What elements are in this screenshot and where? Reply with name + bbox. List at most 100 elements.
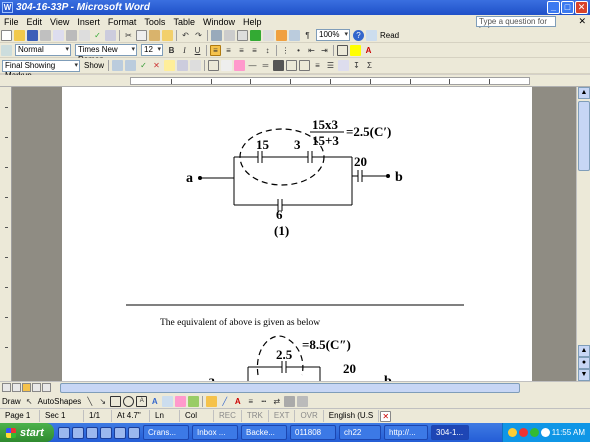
spelling-icon[interactable]: ✓ — [92, 30, 103, 41]
quick-launch-icon[interactable] — [86, 426, 98, 439]
track-changes-icon[interactable] — [177, 60, 189, 71]
show-menu-button[interactable]: Show — [82, 61, 106, 70]
insert-excel-icon[interactable] — [250, 29, 261, 41]
autosum-icon[interactable]: Σ — [364, 60, 375, 71]
diagram-icon[interactable] — [162, 395, 174, 407]
style-select[interactable]: Normal — [15, 44, 71, 56]
line-color-icon[interactable]: ╱ — [219, 396, 230, 407]
undo-icon[interactable]: ↶ — [180, 30, 191, 41]
dash-style-icon[interactable]: ┅ — [258, 396, 269, 407]
tables-borders-icon[interactable] — [224, 29, 235, 41]
align-left-icon[interactable]: ≡ — [210, 44, 221, 56]
reading-view-icon[interactable] — [42, 383, 51, 392]
line-weight-icon[interactable]: ═ — [260, 60, 271, 71]
increase-indent-icon[interactable]: ⇥ — [319, 45, 330, 56]
status-rec[interactable]: REC — [214, 410, 242, 422]
print-layout-icon[interactable] — [22, 383, 31, 392]
quick-launch-icon[interactable] — [114, 426, 126, 439]
tray-icon[interactable] — [507, 428, 517, 437]
next-change-icon[interactable] — [125, 60, 137, 71]
new-document-icon[interactable] — [1, 29, 12, 41]
quick-launch-icon[interactable] — [58, 426, 70, 439]
tray-icon[interactable] — [529, 428, 539, 437]
read-button[interactable]: Read — [378, 31, 401, 40]
menu-insert[interactable]: Insert — [73, 17, 104, 27]
document-close-icon[interactable]: ✕ — [578, 16, 586, 27]
permission-icon[interactable] — [40, 29, 51, 41]
shadow-icon[interactable] — [284, 395, 296, 407]
zoom-select[interactable]: 100% — [316, 29, 350, 41]
highlight-icon[interactable] — [350, 44, 361, 56]
menu-format[interactable]: Format — [104, 17, 141, 27]
underline-button[interactable]: U — [192, 45, 203, 56]
status-ovr[interactable]: OVR — [295, 410, 324, 422]
distribute-rows-icon[interactable]: ☰ — [325, 60, 336, 71]
save-icon[interactable] — [27, 29, 38, 41]
columns-icon[interactable] — [263, 29, 274, 41]
status-ext[interactable]: EXT — [269, 410, 296, 422]
draw-line-style-icon[interactable]: ≡ — [245, 396, 256, 407]
eraser-icon[interactable] — [234, 60, 246, 71]
drawing-icon[interactable] — [276, 29, 287, 41]
draw-table-icon[interactable] — [221, 60, 233, 71]
sort-icon[interactable]: ↧ — [351, 60, 362, 71]
numbering-icon[interactable]: ⋮ — [280, 45, 291, 56]
wordart-icon[interactable]: A — [149, 396, 160, 407]
taskbar-item[interactable]: http://... — [384, 425, 428, 440]
select-objects-icon[interactable]: ↖ — [24, 396, 35, 407]
autofit-icon[interactable] — [338, 60, 350, 71]
browse-object-icon[interactable]: ● — [578, 357, 590, 369]
bold-button[interactable]: B — [166, 45, 177, 56]
clipart-icon[interactable] — [175, 395, 187, 407]
previous-page-icon[interactable]: ▲ — [578, 345, 590, 357]
document-page[interactable]: 15x3 15+3 =2.5(C′) 15 3 6 a 20 b (1) The… — [62, 87, 532, 381]
maximize-button[interactable]: □ — [561, 1, 574, 14]
line-spacing-icon[interactable]: ↕ — [262, 45, 273, 56]
vertical-scrollbar[interactable]: ▲ ▲ ● ▼ — [576, 87, 590, 381]
draw-font-color-icon[interactable]: A — [232, 396, 243, 407]
tray-icon[interactable] — [540, 428, 550, 437]
document-map-icon[interactable] — [289, 29, 300, 41]
read-icon[interactable] — [366, 29, 377, 41]
textbox-tool-icon[interactable]: A — [136, 395, 148, 407]
taskbar-item[interactable]: Inbox ... — [192, 425, 238, 440]
minimize-button[interactable]: _ — [547, 1, 560, 14]
scroll-thumb[interactable] — [578, 101, 590, 171]
split-cells-icon[interactable] — [299, 60, 311, 71]
show-hide-icon[interactable]: ¶ — [302, 30, 313, 41]
decrease-indent-icon[interactable]: ⇤ — [306, 45, 317, 56]
status-trk[interactable]: TRK — [242, 410, 269, 422]
markup-select[interactable]: Final Showing Markup — [2, 59, 80, 80]
taskbar-item[interactable]: Backe... — [241, 425, 287, 440]
cut-icon[interactable]: ✂ — [123, 30, 134, 41]
taskbar-item[interactable]: Crans... — [143, 425, 189, 440]
border-color-icon[interactable] — [273, 60, 285, 71]
vertical-ruler[interactable] — [0, 87, 12, 381]
start-button[interactable]: start — [0, 423, 54, 442]
hyperlink-icon[interactable] — [211, 29, 222, 41]
oval-tool-icon[interactable] — [123, 395, 135, 407]
tray-icon[interactable] — [518, 428, 528, 437]
menu-edit[interactable]: Edit — [23, 17, 47, 27]
open-folder-icon[interactable] — [14, 29, 25, 41]
menu-view[interactable]: View — [46, 17, 73, 27]
close-button[interactable]: ✕ — [575, 1, 588, 14]
print-icon[interactable] — [66, 29, 77, 41]
quick-launch-icon[interactable] — [100, 426, 112, 439]
spelling-status-icon[interactable]: ✕ — [380, 410, 392, 422]
merge-cells-icon[interactable] — [286, 60, 298, 71]
format-painter-icon[interactable] — [162, 29, 173, 41]
font-color-icon[interactable]: A — [363, 45, 374, 56]
justify-icon[interactable]: ≡ — [249, 45, 260, 56]
styles-icon[interactable] — [1, 44, 12, 56]
align-center-icon[interactable]: ≡ — [223, 45, 234, 56]
paste-icon[interactable] — [149, 29, 160, 41]
3d-icon[interactable] — [297, 395, 309, 407]
insert-picture-icon[interactable] — [188, 395, 200, 407]
reviewing-pane-icon[interactable] — [190, 60, 202, 71]
font-select[interactable]: Times New Roman — [75, 44, 137, 64]
draw-menu-button[interactable]: Draw — [0, 397, 23, 406]
autoshapes-menu-button[interactable]: AutoShapes — [36, 397, 84, 406]
arrow-style-icon[interactable]: ⇄ — [271, 396, 282, 407]
clock[interactable]: 11:55 AM — [552, 428, 585, 437]
